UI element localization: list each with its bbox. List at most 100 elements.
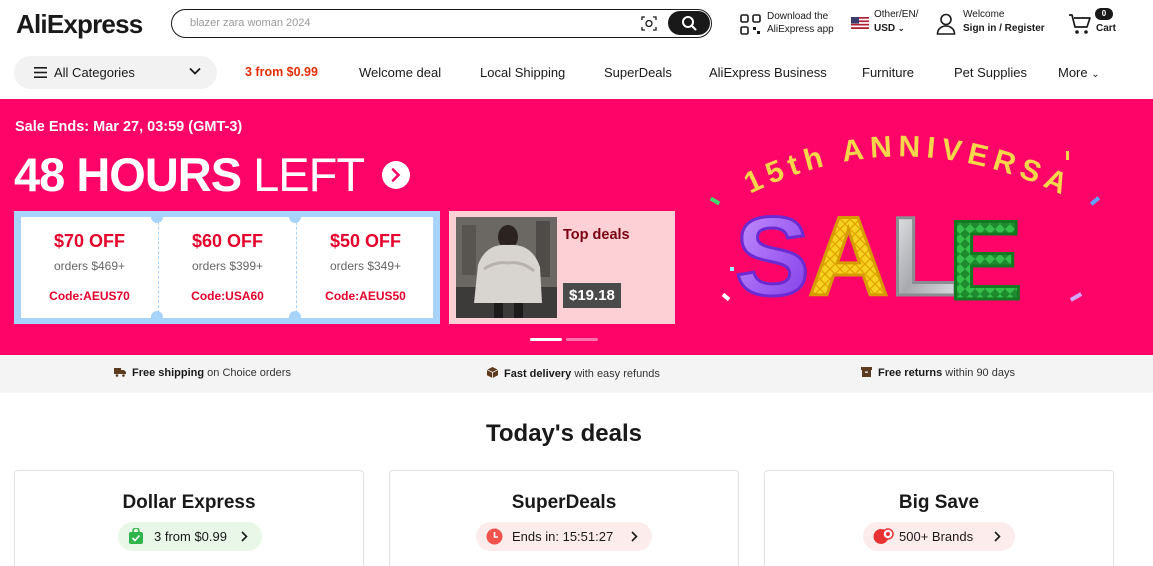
search-button[interactable]	[668, 11, 710, 35]
app-download-line1: Download the	[767, 11, 829, 22]
image-search-icon[interactable]	[641, 16, 657, 31]
nav-item-local-shipping[interactable]: Local Shipping	[480, 65, 565, 80]
chevron-down-icon: ⌄	[1091, 69, 1100, 80]
todays-deals-title: Today's deals	[486, 420, 642, 447]
coupon-amount: $60 OFF	[191, 231, 264, 251]
account-menu[interactable]: Welcome Sign in / Register	[936, 9, 1056, 37]
box-icon	[487, 367, 498, 378]
coupon-card[interactable]: $60 OFF orders $399+ Code:USA60	[159, 217, 296, 318]
nav-item-pet-supplies[interactable]: Pet Supplies	[954, 65, 1027, 80]
banner-arrow-button[interactable]	[382, 161, 410, 189]
coupon-amount: $70 OFF	[53, 231, 126, 251]
currency-label: USD	[874, 23, 896, 34]
hours-left-light: LEFT	[253, 148, 365, 201]
nav-item-more[interactable]: More ⌄	[1058, 65, 1100, 80]
top-deals-title: Top deals	[563, 227, 630, 243]
chevron-right-icon	[631, 531, 638, 542]
all-categories-label: All Categories	[54, 65, 135, 80]
coupon-notch	[289, 211, 301, 223]
hours-left-bold: 48 HOURS	[14, 148, 242, 201]
pill-text: 500+ Brands	[899, 529, 974, 544]
coupon-code: Code:AEUS50	[325, 289, 406, 303]
coupon-code: Code:USA60	[191, 289, 264, 303]
coupon-notch	[151, 311, 163, 323]
feature-free-shipping: Free shipping on Choice orders	[114, 367, 291, 379]
pill-text: Ends in: 15:51:27	[512, 529, 614, 544]
app-download-text: Download the AliExpress app	[767, 10, 834, 36]
cart-label: Cart	[1096, 23, 1117, 34]
coupon-minimum: orders $469+	[53, 259, 126, 273]
coupon-strip: $70 OFF orders $469+ Code:AEUS70 $60 OFF…	[14, 211, 440, 324]
nav-item-aliexpress-business[interactable]: AliExpress Business	[709, 65, 827, 80]
deal-card-dollar-express[interactable]: Dollar Express 3 from $0.99	[14, 470, 364, 566]
app-download-line2: AliExpress app	[767, 24, 834, 35]
all-categories-button[interactable]: All Categories	[14, 56, 217, 89]
us-flag-icon	[851, 17, 869, 29]
feature-rest: within 90 days	[942, 367, 1015, 379]
qr-code-icon	[740, 14, 761, 35]
feature-free-returns: Free returns within 90 days	[861, 367, 1015, 379]
truck-icon	[114, 368, 126, 377]
nav-item-3-from-099[interactable]: 3 from $0.99	[245, 65, 318, 79]
deal-card-big-save[interactable]: Big Save 500+ Brands	[764, 470, 1114, 566]
download-app-link[interactable]: Download the AliExpress app	[740, 10, 840, 38]
deal-card-title: Dollar Express	[122, 492, 256, 513]
coupon-notch	[289, 311, 301, 323]
menu-icon	[34, 67, 47, 78]
locale-selector[interactable]: Other/EN/ USD ⌄	[851, 9, 931, 37]
cart-count-badge: 0	[1095, 8, 1113, 20]
product-photo	[456, 217, 557, 318]
header: AliExpress Download the AliExpress app	[0, 0, 1153, 50]
clock-icon	[486, 528, 503, 545]
coupon-minimum: orders $399+	[191, 259, 264, 273]
carousel-dot[interactable]	[566, 338, 598, 341]
anniversary-sale-artwork: 15th ANNIVERSARY S A L E	[700, 99, 1101, 325]
deal-card-title: SuperDeals	[511, 492, 617, 513]
top-deals-card[interactable]: Top deals $19.18	[449, 211, 675, 324]
coupon-minimum: orders $349+	[329, 259, 402, 273]
feature-bold: Free shipping	[132, 367, 205, 379]
category-nav: All Categories 3 from $0.99 Welcome deal…	[0, 56, 1153, 90]
brand-badge-icon	[873, 528, 894, 544]
feature-bold: Free returns	[878, 367, 943, 379]
feature-bold: Fast delivery	[504, 368, 572, 380]
chevron-down-icon	[189, 67, 201, 75]
sale-letter-a: A	[808, 194, 889, 319]
coupon-notch	[151, 211, 163, 223]
welcome-text: Welcome	[963, 9, 1005, 20]
promo-banner[interactable]: Sale Ends: Mar 27, 03:59 (GMT-3) 48 HOUR…	[0, 99, 1153, 355]
top-deals-price: $19.18	[563, 283, 621, 308]
coupon-card[interactable]: $50 OFF orders $349+ Code:AEUS50	[297, 217, 434, 318]
aliexpress-logo[interactable]: AliExpress	[16, 9, 143, 40]
shopping-bag-icon	[129, 528, 143, 544]
anniversary-text: 15th ANNIVERSARY	[700, 99, 1078, 204]
dollar-express-pill[interactable]: 3 from $0.99	[118, 522, 262, 551]
superdeals-timer-pill[interactable]: Ends in: 15:51:27	[476, 522, 652, 551]
sale-letter-e: E	[948, 198, 1023, 323]
big-save-brands-pill[interactable]: 500+ Brands	[863, 522, 1015, 551]
locale-language: Other/EN/	[874, 9, 919, 20]
chevron-down-icon: ⌄	[897, 24, 905, 33]
search-icon	[682, 16, 697, 31]
sign-in-register-link[interactable]: Sign in / Register	[963, 23, 1045, 34]
nav-item-superdeals[interactable]: SuperDeals	[604, 65, 672, 80]
chevron-right-icon	[391, 168, 401, 182]
more-label: More	[1058, 65, 1088, 80]
nav-item-furniture[interactable]: Furniture	[862, 65, 914, 80]
deal-card-title: Big Save	[898, 492, 980, 513]
nav-item-welcome-deal[interactable]: Welcome deal	[359, 65, 441, 80]
search-input[interactable]	[190, 14, 630, 32]
return-box-icon	[861, 367, 872, 377]
search-bar	[171, 9, 712, 38]
sale-letter-s: S	[735, 194, 810, 319]
cart-button[interactable]: 0 Cart	[1068, 8, 1118, 38]
deal-card-superdeals[interactable]: SuperDeals Ends in: 15:51:27	[389, 470, 739, 566]
service-features-strip: Free shipping on Choice orders Fast deli…	[0, 355, 1153, 393]
chevron-right-icon	[241, 531, 248, 542]
coupon-card[interactable]: $70 OFF orders $469+ Code:AEUS70	[21, 217, 158, 318]
carousel-indicators	[530, 338, 600, 342]
anniversary-text-path: 15th ANNIVERSARY	[700, 99, 1072, 204]
user-icon	[936, 13, 956, 35]
carousel-dot-active[interactable]	[530, 338, 562, 341]
locale-currency: USD ⌄	[874, 23, 905, 34]
